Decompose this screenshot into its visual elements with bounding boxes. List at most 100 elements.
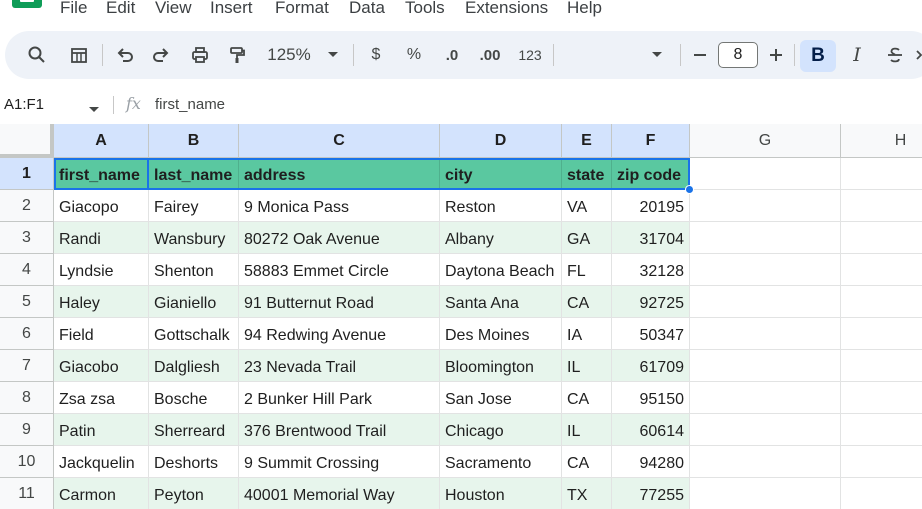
cell[interactable] bbox=[841, 222, 922, 254]
cell[interactable]: IL bbox=[562, 350, 612, 382]
cell[interactable] bbox=[841, 318, 922, 350]
cell[interactable]: Zsa zsa bbox=[54, 382, 149, 414]
cell[interactable]: Sacramento bbox=[440, 446, 562, 478]
cell[interactable]: Wansbury bbox=[149, 222, 239, 254]
cell[interactable] bbox=[690, 318, 841, 350]
cell[interactable] bbox=[690, 446, 841, 478]
cell[interactable] bbox=[841, 254, 922, 286]
column-header-c[interactable]: C bbox=[239, 124, 440, 158]
fill-handle[interactable] bbox=[685, 185, 694, 194]
cell[interactable]: IL bbox=[562, 414, 612, 446]
row-header-11[interactable]: 11 bbox=[0, 478, 54, 509]
menu-tools[interactable]: Tools bbox=[405, 0, 445, 18]
cell[interactable]: GA bbox=[562, 222, 612, 254]
bold-button[interactable]: B bbox=[800, 40, 836, 72]
menu-extensions[interactable]: Extensions bbox=[465, 0, 548, 18]
sheets-logo-icon[interactable] bbox=[12, 0, 42, 8]
cell[interactable] bbox=[690, 382, 841, 414]
cell[interactable]: Patin bbox=[54, 414, 149, 446]
cell[interactable] bbox=[841, 446, 922, 478]
row-header-9[interactable]: 9 bbox=[0, 414, 54, 446]
cell[interactable]: 31704 bbox=[612, 222, 690, 254]
cell[interactable]: Albany bbox=[440, 222, 562, 254]
font-dropdown-icon[interactable] bbox=[647, 31, 667, 79]
cell[interactable]: Des Moines bbox=[440, 318, 562, 350]
cell[interactable]: Sherreard bbox=[149, 414, 239, 446]
search-icon[interactable] bbox=[23, 31, 51, 79]
cell[interactable]: Deshorts bbox=[149, 446, 239, 478]
select-all-corner[interactable] bbox=[0, 124, 54, 158]
cell[interactable]: 376 Brentwood Trail bbox=[239, 414, 440, 446]
header-cell[interactable]: address bbox=[239, 158, 440, 190]
column-header-a[interactable]: A bbox=[54, 124, 149, 158]
cell[interactable]: Shenton bbox=[149, 254, 239, 286]
menu-format[interactable]: Format bbox=[275, 0, 329, 18]
cell[interactable]: CA bbox=[562, 286, 612, 318]
cell[interactable] bbox=[690, 254, 841, 286]
cell[interactable] bbox=[841, 382, 922, 414]
percent-format-button[interactable]: % bbox=[401, 31, 427, 79]
row-header-10[interactable]: 10 bbox=[0, 446, 54, 478]
cell[interactable]: Santa Ana bbox=[440, 286, 562, 318]
cell[interactable]: Gottschalk bbox=[149, 318, 239, 350]
cell[interactable]: 94 Redwing Avenue bbox=[239, 318, 440, 350]
currency-format-button[interactable]: $ bbox=[363, 31, 389, 79]
cell[interactable]: Field bbox=[54, 318, 149, 350]
cell[interactable]: San Jose bbox=[440, 382, 562, 414]
cell[interactable] bbox=[841, 286, 922, 318]
column-header-d[interactable]: D bbox=[440, 124, 562, 158]
cell[interactable]: 50347 bbox=[612, 318, 690, 350]
cell[interactable]: CA bbox=[562, 382, 612, 414]
cell[interactable] bbox=[690, 286, 841, 318]
cell[interactable]: Jackquelin bbox=[54, 446, 149, 478]
cell[interactable] bbox=[841, 478, 922, 509]
row-header-2[interactable]: 2 bbox=[0, 190, 54, 222]
cell[interactable]: Lyndsie bbox=[54, 254, 149, 286]
cell[interactable]: Dalgliesh bbox=[149, 350, 239, 382]
row-header-4[interactable]: 4 bbox=[0, 254, 54, 286]
cell[interactable]: Daytona Beach bbox=[440, 254, 562, 286]
cell[interactable] bbox=[690, 158, 841, 190]
cell[interactable] bbox=[841, 350, 922, 382]
redo-icon[interactable] bbox=[147, 31, 175, 79]
cell[interactable] bbox=[841, 414, 922, 446]
menu-file[interactable]: File bbox=[60, 0, 87, 18]
cell[interactable]: Bosche bbox=[149, 382, 239, 414]
menu-help[interactable]: Help bbox=[567, 0, 602, 18]
row-header-7[interactable]: 7 bbox=[0, 350, 54, 382]
cell[interactable]: Chicago bbox=[440, 414, 562, 446]
cell[interactable]: Giacopo bbox=[54, 190, 149, 222]
increase-font-size-icon[interactable] bbox=[765, 31, 787, 79]
cell[interactable]: 2 Bunker Hill Park bbox=[239, 382, 440, 414]
cell[interactable]: 92725 bbox=[612, 286, 690, 318]
cell[interactable]: 94280 bbox=[612, 446, 690, 478]
decrease-font-size-icon[interactable] bbox=[689, 31, 711, 79]
menu-view[interactable]: View bbox=[155, 0, 192, 18]
name-box-dropdown-icon[interactable] bbox=[88, 101, 100, 119]
cell[interactable]: Giacobo bbox=[54, 350, 149, 382]
increase-decimal-button[interactable]: .00 bbox=[475, 31, 505, 79]
cell[interactable] bbox=[690, 190, 841, 222]
italic-button[interactable]: I bbox=[843, 31, 871, 79]
cell[interactable]: Houston bbox=[440, 478, 562, 509]
cell[interactable] bbox=[690, 478, 841, 509]
menu-data[interactable]: Data bbox=[349, 0, 385, 18]
row-header-6[interactable]: 6 bbox=[0, 318, 54, 350]
menu-insert[interactable]: Insert bbox=[210, 0, 253, 18]
cell[interactable]: Peyton bbox=[149, 478, 239, 509]
header-cell[interactable]: state bbox=[562, 158, 612, 190]
cell[interactable] bbox=[690, 350, 841, 382]
calendar-table-icon[interactable] bbox=[65, 31, 93, 79]
cell[interactable]: 60614 bbox=[612, 414, 690, 446]
row-header-1[interactable]: 1 bbox=[0, 158, 54, 190]
column-header-h[interactable]: H bbox=[841, 124, 922, 158]
cell[interactable]: 80272 Oak Avenue bbox=[239, 222, 440, 254]
cell[interactable] bbox=[841, 190, 922, 222]
cell[interactable]: Reston bbox=[440, 190, 562, 222]
strikethrough-icon[interactable] bbox=[881, 31, 909, 79]
cell[interactable]: FL bbox=[562, 254, 612, 286]
cell[interactable]: Haley bbox=[54, 286, 149, 318]
cell[interactable]: 91 Butternut Road bbox=[239, 286, 440, 318]
row-header-3[interactable]: 3 bbox=[0, 222, 54, 254]
column-header-g[interactable]: G bbox=[690, 124, 841, 158]
